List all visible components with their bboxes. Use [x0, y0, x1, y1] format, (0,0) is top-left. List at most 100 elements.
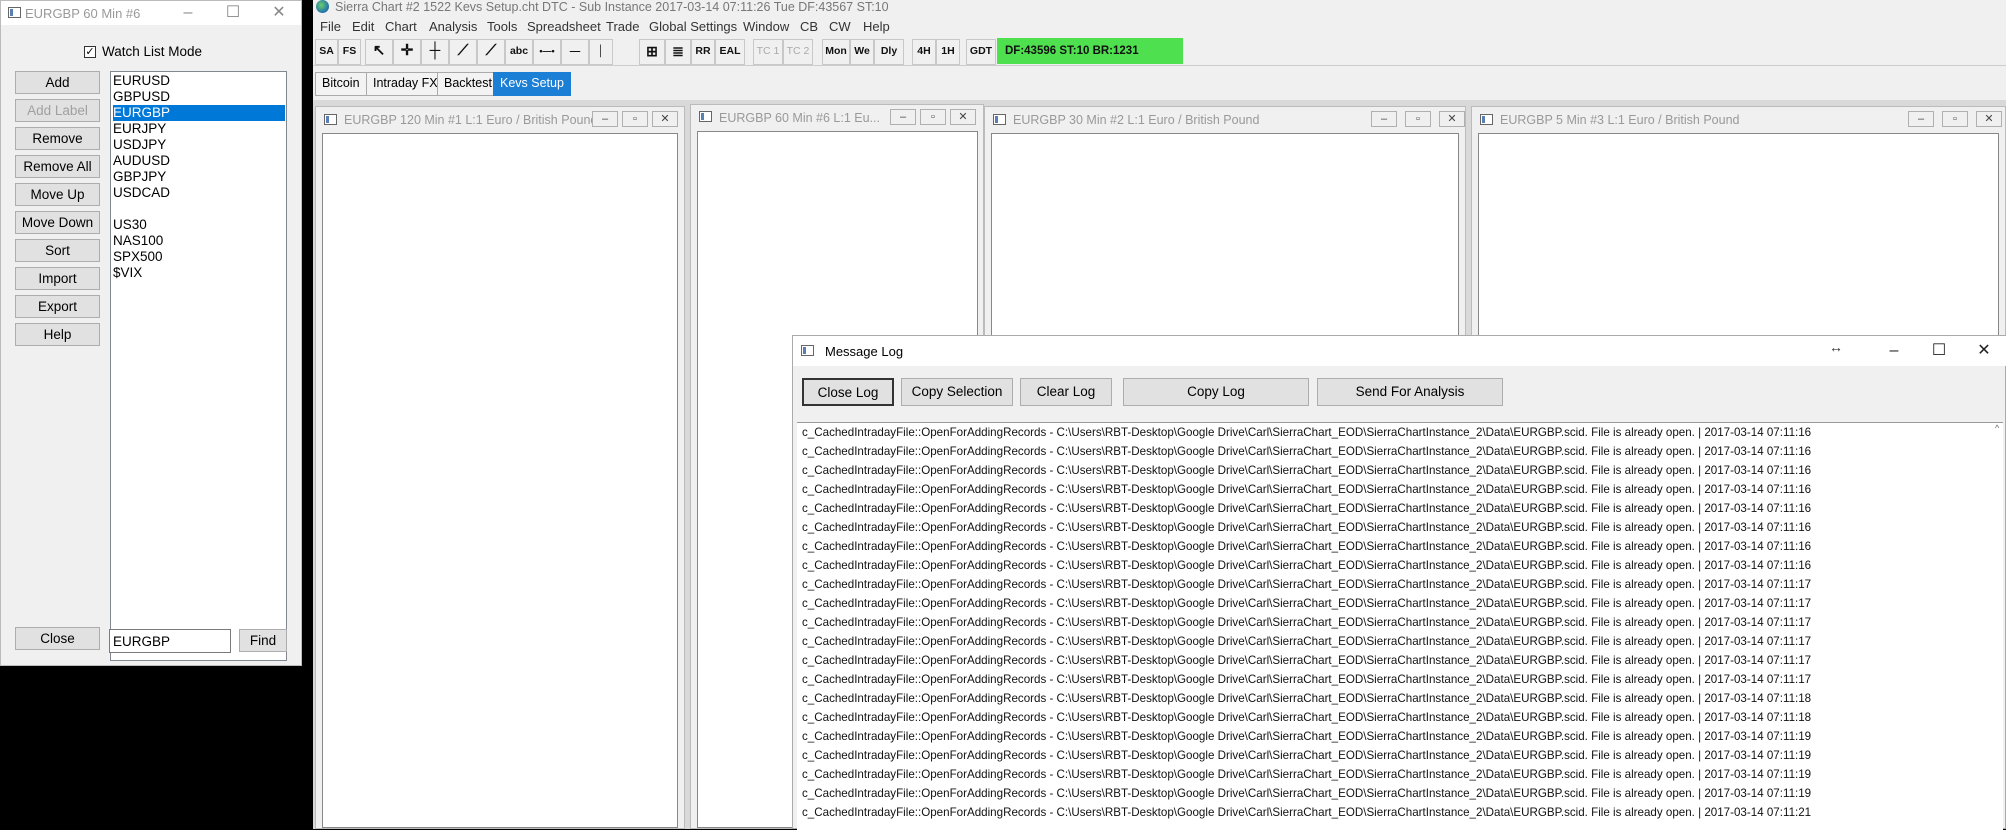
- cursor-tool-icon[interactable]: ┼: [421, 39, 449, 65]
- menu-file[interactable]: File: [320, 19, 341, 34]
- fs-button[interactable]: FS: [338, 39, 361, 65]
- move-up-button[interactable]: Move Up: [15, 183, 100, 206]
- scroll-up-icon[interactable]: ^: [1995, 423, 2003, 433]
- restore-icon[interactable]: ▫: [920, 109, 946, 125]
- minimize-icon[interactable]: –: [890, 109, 916, 125]
- add-button[interactable]: Add: [15, 71, 100, 94]
- help-button[interactable]: Help: [15, 323, 100, 346]
- pointer-tool-icon[interactable]: ↖: [365, 39, 393, 65]
- close-log-button[interactable]: Close Log: [802, 378, 894, 406]
- line-tool-icon[interactable]: ⟋: [449, 39, 477, 65]
- crosshair-tool-icon[interactable]: ✛: [393, 39, 421, 65]
- horizontal-line-icon[interactable]: —: [561, 39, 589, 65]
- symbol-list-item[interactable]: EURUSD: [113, 73, 285, 89]
- symbol-list-item[interactable]: US30: [113, 217, 285, 233]
- import-button[interactable]: Import: [15, 267, 100, 290]
- we-button[interactable]: We: [850, 39, 874, 65]
- chart-window-titlebar[interactable]: EURGBP 30 Min #2 L:1 Euro / British Poun…: [985, 107, 1465, 131]
- symbol-list-item[interactable]: SPX500: [113, 249, 285, 265]
- ray-tool-icon[interactable]: ⟋: [477, 39, 505, 65]
- symbol-list-item[interactable]: NAS100: [113, 233, 285, 249]
- 1h-button[interactable]: 1H: [936, 39, 960, 65]
- rr-button[interactable]: RR: [691, 39, 715, 65]
- menu-trade[interactable]: Trade: [606, 19, 639, 34]
- symbol-list-item[interactable]: GBPUSD: [113, 89, 285, 105]
- maximize-icon[interactable]: ☐: [218, 1, 248, 25]
- symbol-list-item[interactable]: [113, 201, 285, 217]
- close-icon[interactable]: ✕: [264, 1, 294, 25]
- 4h-button[interactable]: 4H: [912, 39, 936, 65]
- restore-icon[interactable]: ▫: [1405, 111, 1431, 127]
- minimize-icon[interactable]: –: [1908, 111, 1934, 127]
- sort-button[interactable]: Sort: [15, 239, 100, 262]
- vertical-line-icon[interactable]: │: [589, 39, 613, 65]
- symbol-list-item[interactable]: USDCAD: [113, 185, 285, 201]
- menu-edit[interactable]: Edit: [352, 19, 374, 34]
- chart-window-titlebar[interactable]: EURGBP 60 Min #6 L:1 Eu... – ▫ ✕: [691, 105, 983, 129]
- close-icon[interactable]: ✕: [1976, 111, 2002, 127]
- close-icon[interactable]: ✕: [652, 111, 678, 127]
- fibonacci-tool-icon[interactable]: ≣: [665, 39, 691, 65]
- minimize-icon[interactable]: –: [1371, 111, 1397, 127]
- chart-window-titlebar[interactable]: EURGBP 5 Min #3 L:1 Euro / British Pound…: [1472, 107, 2005, 131]
- minimize-icon[interactable]: –: [1879, 339, 1909, 363]
- tab-bitcoin[interactable]: Bitcoin: [315, 72, 367, 96]
- restore-icon[interactable]: ▫: [1942, 111, 1968, 127]
- watch-list-mode-checkbox[interactable]: ✓: [84, 46, 96, 58]
- menu-global-settings[interactable]: Global Settings: [649, 19, 737, 34]
- tab-kevs-setup[interactable]: Kevs Setup: [493, 72, 571, 96]
- restore-icon[interactable]: ▫: [622, 111, 648, 127]
- symbol-list-item-selected[interactable]: EURGBP: [113, 105, 285, 121]
- add-label-button[interactable]: Add Label: [15, 99, 100, 122]
- text-tool-icon[interactable]: abc: [505, 39, 533, 65]
- close-icon[interactable]: ✕: [1439, 111, 1465, 127]
- tc2-button[interactable]: TC 2: [783, 39, 813, 65]
- tc1-button[interactable]: TC 1: [753, 39, 783, 65]
- find-input[interactable]: [109, 629, 231, 653]
- minimize-icon[interactable]: –: [173, 1, 203, 25]
- remove-all-button[interactable]: Remove All: [15, 155, 100, 178]
- menu-spreadsheet[interactable]: Spreadsheet: [527, 19, 601, 34]
- chart-window-titlebar[interactable]: EURGBP 120 Min #1 L:1 Euro / British Pou…: [316, 107, 684, 131]
- message-log-titlebar[interactable]: Message Log ↔ – ☐ ✕: [793, 336, 2006, 366]
- menu-chart[interactable]: Chart: [385, 19, 417, 34]
- mon-button[interactable]: Mon: [822, 39, 850, 65]
- chart-area[interactable]: [322, 133, 678, 828]
- segment-tool-icon[interactable]: •—•: [533, 39, 561, 65]
- menu-window[interactable]: Window: [743, 19, 789, 34]
- find-button[interactable]: Find: [239, 629, 287, 652]
- gdt-button[interactable]: GDT: [966, 39, 996, 65]
- symbol-list-item[interactable]: EURJPY: [113, 121, 285, 137]
- symbol-list-item[interactable]: USDJPY: [113, 137, 285, 153]
- dly-button[interactable]: Dly: [874, 39, 904, 65]
- menu-tools[interactable]: Tools: [487, 19, 517, 34]
- export-button[interactable]: Export: [15, 295, 100, 318]
- symbol-list-item[interactable]: $VIX: [113, 265, 285, 281]
- menu-help[interactable]: Help: [863, 19, 890, 34]
- sa-button[interactable]: SA: [315, 39, 338, 65]
- symbol-list[interactable]: EURUSD GBPUSD EURGBP EURJPY USDJPY AUDUS…: [110, 71, 287, 661]
- close-icon[interactable]: ✕: [1969, 339, 1999, 363]
- tab-backtest[interactable]: Backtest: [437, 72, 499, 96]
- menu-cw[interactable]: CW: [829, 19, 851, 34]
- clear-log-button[interactable]: Clear Log: [1020, 378, 1112, 406]
- symbol-list-item[interactable]: GBPJPY: [113, 169, 285, 185]
- main-titlebar[interactable]: Sierra Chart #2 1522 Kevs Setup.cht DTC …: [313, 0, 2006, 14]
- log-text-area[interactable]: c_CachedIntradayFile::OpenForAddingRecor…: [797, 422, 2003, 830]
- minimize-icon[interactable]: –: [592, 111, 618, 127]
- maximize-icon[interactable]: ☐: [1924, 339, 1954, 363]
- calculator-tool-icon[interactable]: ⊞: [639, 39, 665, 65]
- close-icon[interactable]: ✕: [950, 109, 976, 125]
- menu-cb[interactable]: CB: [800, 19, 818, 34]
- symbol-list-item[interactable]: AUDUSD: [113, 153, 285, 169]
- menu-analysis[interactable]: Analysis: [429, 19, 477, 34]
- copy-log-button[interactable]: Copy Log: [1123, 378, 1309, 406]
- send-for-analysis-button[interactable]: Send For Analysis: [1317, 378, 1503, 406]
- tab-intraday-fx[interactable]: Intraday FX: [366, 72, 445, 96]
- eal-button[interactable]: EAL: [715, 39, 745, 65]
- remove-button[interactable]: Remove: [15, 127, 100, 150]
- close-button[interactable]: Close: [15, 627, 100, 650]
- watch-list-titlebar[interactable]: EURGBP 60 Min #6 – ☐ ✕: [1, 1, 301, 25]
- move-down-button[interactable]: Move Down: [15, 211, 100, 234]
- copy-selection-button[interactable]: Copy Selection: [901, 378, 1013, 406]
